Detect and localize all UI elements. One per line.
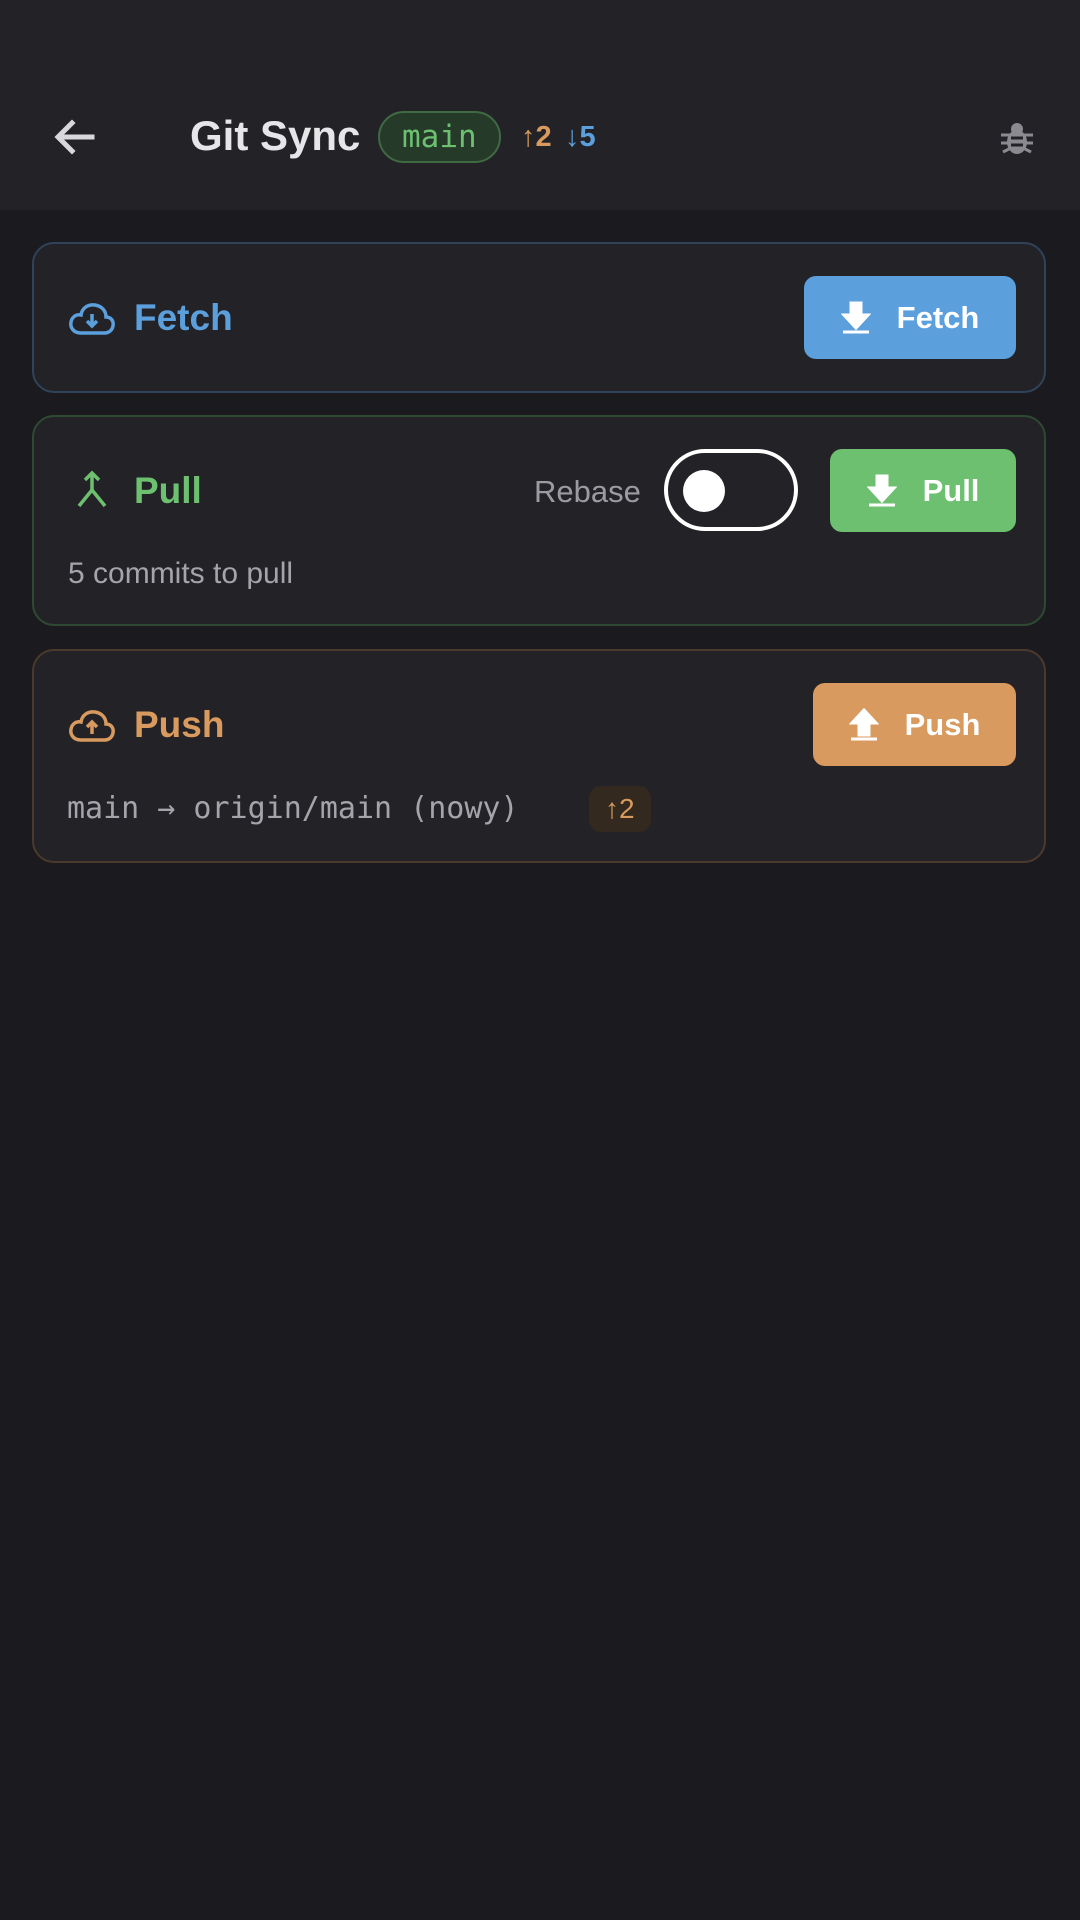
push-title: Push: [134, 704, 225, 745]
debug-button[interactable]: [992, 114, 1042, 164]
toggle-knob: [683, 470, 725, 512]
page-title: Git Sync: [190, 112, 361, 159]
commits-behind-count: ↓5: [565, 121, 596, 153]
push-target: main → origin/main (nowy): [67, 791, 519, 826]
rebase-label: Rebase: [534, 474, 641, 509]
push-ahead-badge: ↑2: [589, 786, 651, 832]
push-button[interactable]: Push: [813, 683, 1016, 766]
commits-ahead-count: ↑2: [521, 121, 552, 153]
cloud-upload-icon: [66, 700, 118, 752]
merge-icon: [66, 464, 118, 516]
fetch-card: Fetch Fetch: [32, 242, 1046, 393]
rebase-toggle[interactable]: [664, 449, 798, 531]
push-button-label: Push: [904, 706, 981, 742]
fetch-button-label: Fetch: [896, 299, 980, 335]
bug-icon: [1001, 123, 1033, 154]
pull-button-label: Pull: [922, 472, 980, 508]
pull-card: Pull Rebase Pull 5 commits to pull: [32, 415, 1046, 626]
back-button[interactable]: [42, 105, 106, 169]
branch-badge: main: [378, 111, 501, 163]
app-bar: Git Sync main ↑2 ↓5: [0, 0, 1080, 210]
upload-icon: [848, 707, 879, 740]
download-icon: [866, 474, 897, 506]
pull-button[interactable]: Pull: [830, 449, 1016, 532]
pull-status: 5 commits to pull: [68, 557, 294, 590]
push-card: Push Push main → origin/main (nowy) ↑2: [32, 649, 1046, 863]
pull-title: Pull: [134, 470, 202, 511]
download-icon: [840, 301, 871, 333]
fetch-button[interactable]: Fetch: [804, 276, 1016, 359]
arrow-back-icon: [54, 119, 95, 155]
cloud-download-icon: [66, 293, 118, 345]
fetch-title: Fetch: [134, 297, 233, 338]
